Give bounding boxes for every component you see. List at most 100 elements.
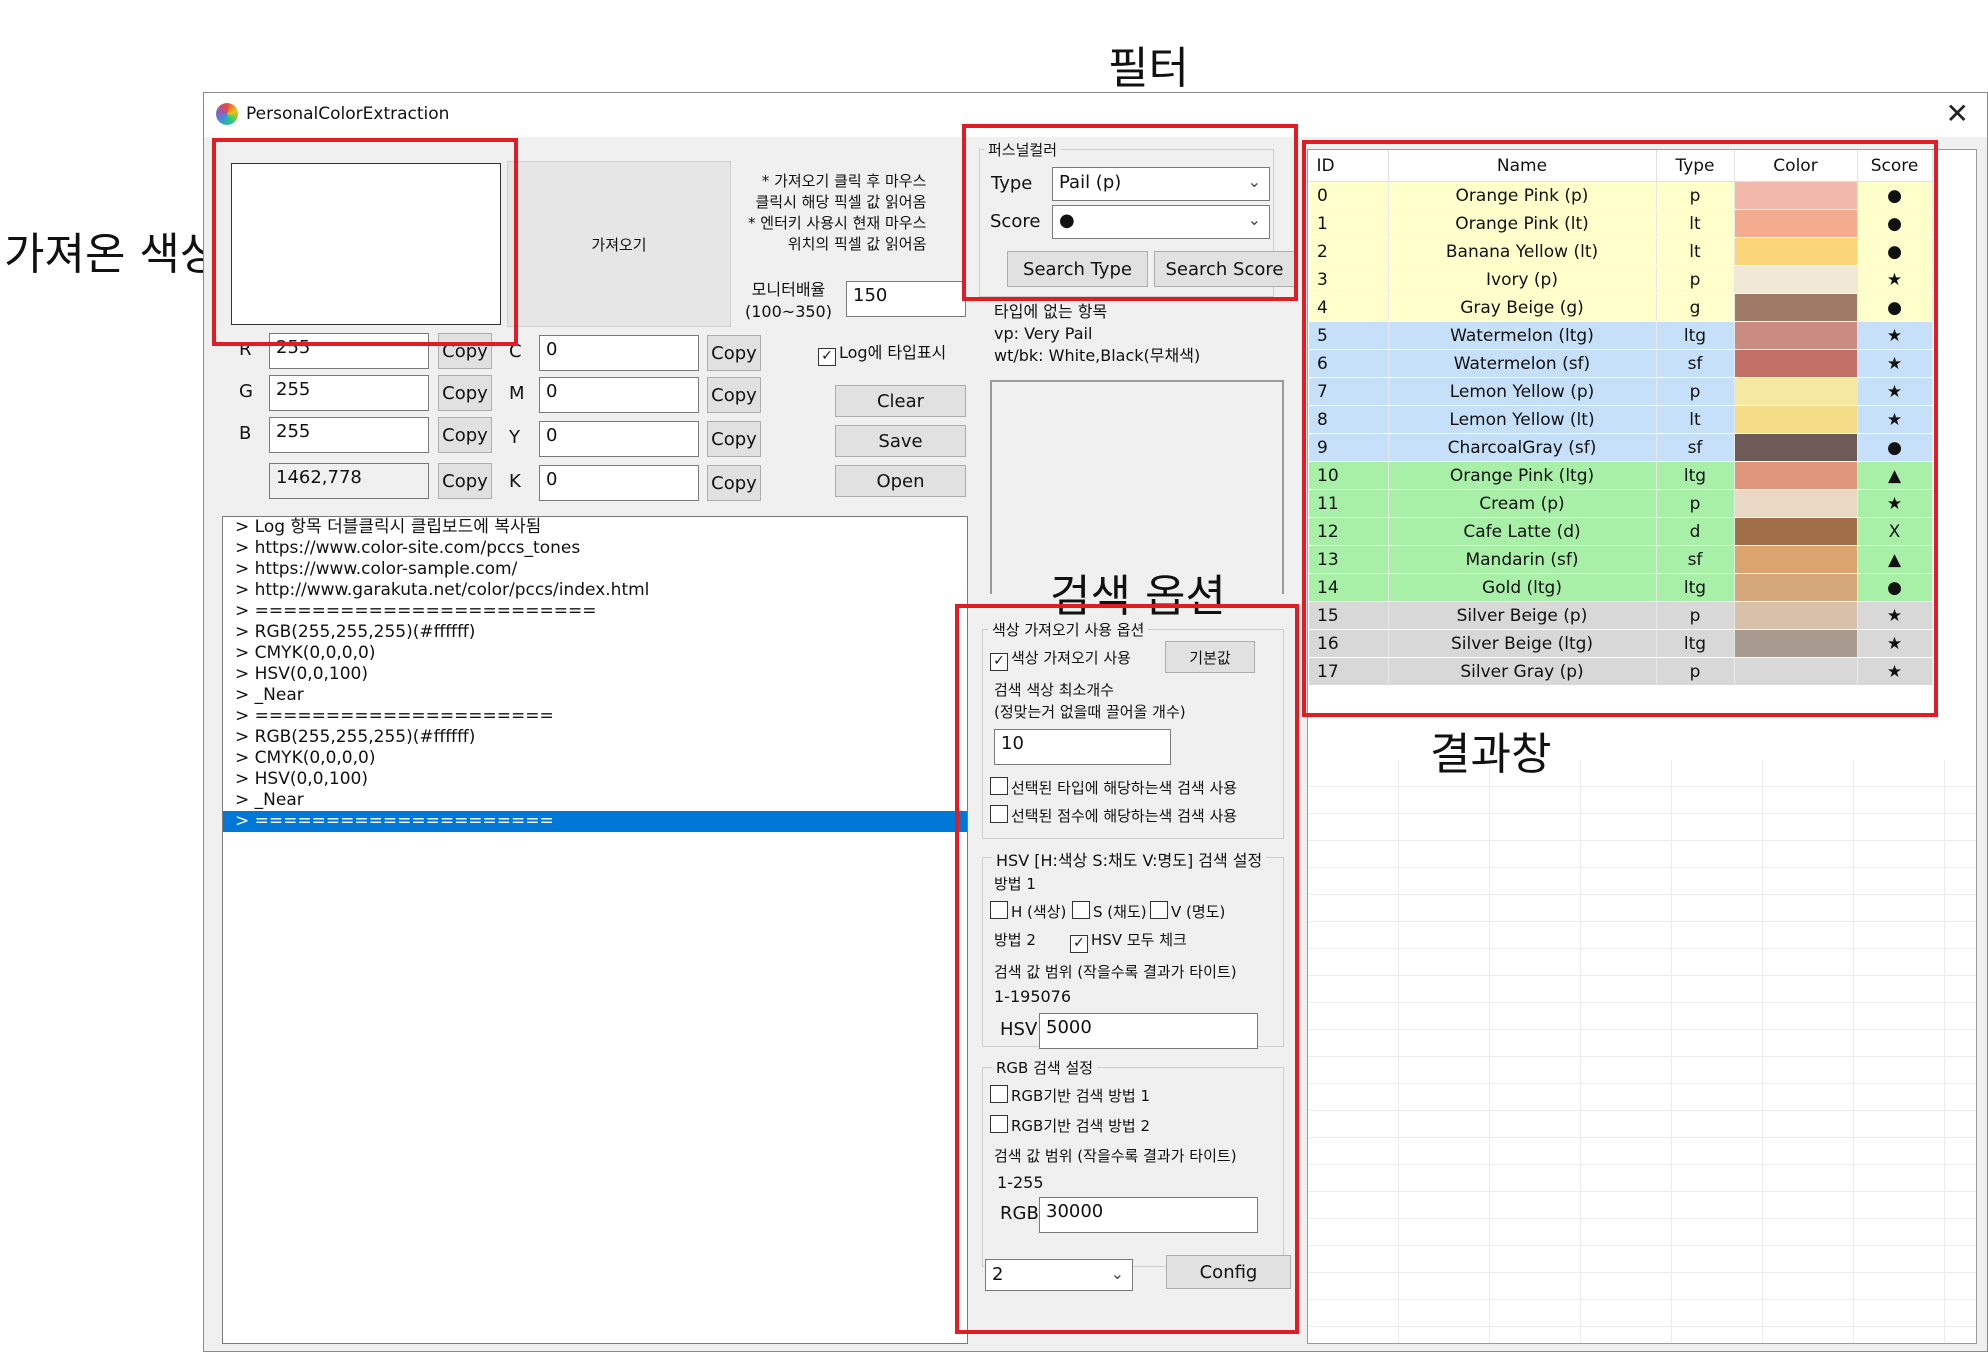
copy-m-button[interactable]: Copy [707,377,761,413]
row-type: p [1655,601,1735,630]
col-id-header[interactable]: ID [1308,150,1389,182]
row-score: ★ [1856,629,1933,658]
close-icon[interactable]: ✕ [1946,97,1969,130]
table-row[interactable]: 0 Orange Pink (p) p ● [1308,181,1933,210]
log-item[interactable]: > RGB(255,255,255)(#ffffff) [223,622,967,643]
g-label: G [239,381,253,402]
config-button[interactable]: Config [1166,1255,1291,1289]
row-name: Gray Beige (g) [1387,293,1657,322]
m-input[interactable]: 0 [539,377,699,413]
table-row[interactable]: 16 Silver Beige (ltg) ltg ★ [1308,629,1933,658]
copy-total-button[interactable]: Copy [438,463,492,499]
log-item[interactable]: > HSV(0,0,100) [223,769,967,790]
log-item-selected[interactable]: > ===================== [223,811,967,832]
table-row[interactable]: 11 Cream (p) p ★ [1308,489,1933,518]
bottom-select[interactable]: 2 ⌄ [985,1259,1133,1291]
log-item[interactable]: > _Near [223,790,967,811]
s-checkbox[interactable]: S (채도) [1072,901,1147,922]
rgb-method1-checkbox[interactable]: RGB기반 검색 방법 1 [990,1085,1150,1106]
g-input[interactable]: 255 [269,375,429,411]
table-row[interactable]: 13 Mandarin (sf) sf ▲ [1308,545,1933,574]
copy-b-button[interactable]: Copy [438,417,492,453]
log-item[interactable]: > ===================== [223,706,967,727]
import-button[interactable]: 가져오기 [507,161,731,327]
copy-r-button[interactable]: Copy [438,333,492,369]
use-import-checkbox[interactable]: ✓ 색상 가져오기 사용 [990,647,1131,671]
b-input[interactable]: 255 [269,417,429,453]
clear-button[interactable]: Clear [835,385,966,417]
log-item[interactable]: > RGB(255,255,255)(#ffffff) [223,727,967,748]
results-grid[interactable]: ID Name Type Color Score 0 Orange Pink (p… [1307,149,1977,1344]
k-input[interactable]: 0 [539,465,699,501]
log-item[interactable]: > CMYK(0,0,0,0) [223,643,967,664]
log-item[interactable]: > Log 항목 더블클릭시 클립보드에 복사됨 [223,517,967,538]
log-item[interactable]: > CMYK(0,0,0,0) [223,748,967,769]
table-row[interactable]: 4 Gray Beige (g) g ● [1308,293,1933,322]
table-row[interactable]: 9 CharcoalGray (sf) sf ● [1308,433,1933,462]
table-row[interactable]: 17 Silver Gray (p) p ★ [1308,657,1933,686]
use-selected-type-checkbox[interactable]: 선택된 타입에 해당하는색 검색 사용 [990,777,1237,798]
row-name: Watermelon (ltg) [1387,321,1657,350]
log-item[interactable]: > HSV(0,0,100) [223,664,967,685]
rgb-method2-checkbox[interactable]: RGB기반 검색 방법 2 [990,1115,1150,1136]
type-select[interactable]: Pail (p) ⌄ [1052,167,1270,201]
open-button[interactable]: Open [835,465,966,497]
log-item[interactable]: > https://www.color-site.com/pccs_tones [223,538,967,559]
r-input[interactable]: 255 [269,333,429,369]
min-count-input[interactable]: 10 [994,729,1171,765]
log-item[interactable]: > _Near [223,685,967,706]
checkbox-icon [990,777,1008,795]
c-input[interactable]: 0 [539,335,699,371]
row-id: 17 [1308,657,1389,686]
col-type-header[interactable]: Type [1656,150,1735,182]
monitor-scale-input[interactable]: 150 [846,281,966,317]
table-row[interactable]: 7 Lemon Yellow (p) p ★ [1308,377,1933,406]
table-row[interactable]: 5 Watermelon (ltg) ltg ★ [1308,321,1933,350]
score-select[interactable]: ● ⌄ [1052,205,1270,239]
row-id: 9 [1308,433,1389,462]
save-button[interactable]: Save [835,425,966,457]
use-selected-score-checkbox[interactable]: 선택된 점수에 해당하는색 검색 사용 [990,805,1237,826]
log-item[interactable]: > https://www.color-sample.com/ [223,559,967,580]
search-type-button[interactable]: Search Type [1007,251,1148,287]
col-color-header[interactable]: Color [1734,150,1858,182]
row-color-swatch [1733,573,1858,602]
log-type-checkbox[interactable]: ✓ Log에 타입표시 [818,339,946,366]
total-value-field[interactable]: 1462,778 [269,463,429,499]
hsv-range-value: 1-195076 [994,987,1072,1006]
log-item[interactable]: > ======================== [223,601,967,622]
table-row[interactable]: 12 Cafe Latte (d) d X [1308,517,1933,546]
row-name: Cream (p) [1387,489,1657,518]
rgb-options-title: RGB 검색 설정 [992,1057,1098,1078]
copy-y-button[interactable]: Copy [707,421,761,457]
y-input[interactable]: 0 [539,421,699,457]
h-checkbox[interactable]: H (색상) [990,901,1066,922]
checkbox-checked-icon: ✓ [1070,935,1088,953]
table-row[interactable]: 14 Gold (ltg) ltg ● [1308,573,1933,602]
row-score: ★ [1856,657,1933,686]
log-item[interactable]: > http://www.garakuta.net/color/pccs/ind… [223,580,967,601]
hsv-value-input[interactable]: 5000 [1039,1013,1258,1049]
table-row[interactable]: 15 Silver Beige (p) p ★ [1308,601,1933,630]
copy-k-button[interactable]: Copy [707,465,761,501]
col-name-header[interactable]: Name [1388,150,1657,182]
table-row[interactable]: 8 Lemon Yellow (lt) lt ★ [1308,405,1933,434]
chevron-down-icon: ⌄ [1110,1264,1124,1283]
table-row[interactable]: 3 Ivory (p) p ★ [1308,265,1933,294]
table-row[interactable]: 1 Orange Pink (lt) lt ● [1308,209,1933,238]
rgb-value-input[interactable]: 30000 [1039,1197,1258,1233]
copy-g-button[interactable]: Copy [438,375,492,411]
hsv-all-checkbox[interactable]: ✓ HSV 모두 체크 [1070,929,1187,953]
default-button[interactable]: 기본값 [1165,641,1255,673]
table-row[interactable]: 2 Banana Yellow (lt) lt ● [1308,237,1933,266]
method2-label: 방법 2 [994,931,1036,949]
v-checkbox[interactable]: V (명도) [1150,901,1225,922]
table-row[interactable]: 10 Orange Pink (ltg) ltg ▲ [1308,461,1933,490]
copy-c-button[interactable]: Copy [707,335,761,371]
col-score-header[interactable]: Score [1857,150,1933,182]
search-score-button[interactable]: Search Score [1154,251,1295,287]
log-list[interactable]: > Log 항목 더블클릭시 클립보드에 복사됨 > https://www.c… [222,516,968,1344]
row-type: p [1655,181,1735,210]
table-row[interactable]: 6 Watermelon (sf) sf ★ [1308,349,1933,378]
import-hint: * 가져오기 클릭 후 마우스 클릭시 해당 픽셀 값 읽어옴 * 엔터키 사용… [748,172,927,253]
